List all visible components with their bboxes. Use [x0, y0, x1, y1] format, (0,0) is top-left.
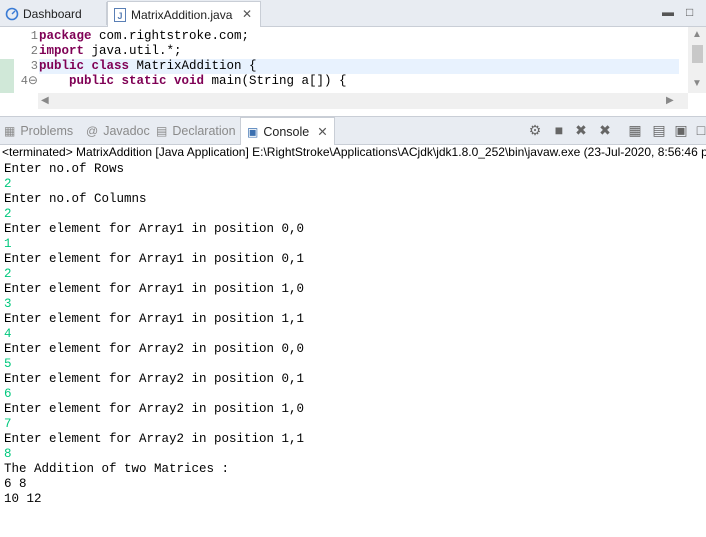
declaration-icon: ▤	[156, 123, 168, 138]
console-output-line: Enter element for Array2 in position 0,0	[4, 342, 305, 356]
tab-declaration-label: Declaration	[172, 123, 236, 138]
clear-console-icon[interactable]: ▦	[626, 121, 644, 139]
console-output-line: Enter element for Array1 in position 1,1	[4, 312, 305, 326]
tab-dashboard-label: Dashboard	[23, 6, 82, 21]
console-output[interactable]: Enter no.of Rows 2 Enter no.of Columns 2 Ent…	[4, 162, 704, 507]
word-wrap-icon[interactable]: ▣	[672, 121, 690, 139]
svg-text:J: J	[118, 11, 123, 21]
horizontal-scrollbar[interactable]: ◀ ▶	[38, 93, 688, 109]
tab-dashboard[interactable]: Dashboard	[0, 2, 107, 25]
code-lines: package com.rightstroke.com; import java…	[39, 29, 679, 89]
scroll-right-icon[interactable]: ▶	[666, 95, 674, 106]
line-number: 1	[30, 29, 38, 43]
tab-problems[interactable]: ▦ Problems	[4, 117, 73, 144]
console-output-line: The Addition of two Matrices :	[4, 462, 230, 476]
tab-problems-label: Problems	[20, 123, 74, 138]
console-input-line: 1	[4, 237, 12, 251]
terminate-icon[interactable]: ■	[550, 121, 568, 139]
remove-all-terminated-icon[interactable]: ✖	[596, 121, 614, 139]
tab-console[interactable]: ▣ Console ✕	[240, 117, 335, 145]
console-output-line: Enter element for Array1 in position 0,0	[4, 222, 305, 236]
code-line: public static void main(String a[]) {	[39, 74, 347, 88]
remove-launch-icon[interactable]: ✖	[572, 121, 590, 139]
console-output-line: Enter element for Array1 in position 0,1	[4, 252, 305, 266]
console-input-line: 7	[4, 417, 12, 431]
tab-declaration[interactable]: ▤ Declaration	[156, 117, 236, 144]
console-input-line: 4	[4, 327, 12, 341]
display-console-icon[interactable]: □	[692, 121, 706, 139]
vertical-scrollbar[interactable]: ▲ ▼	[688, 27, 706, 93]
console-output-line: Enter element for Array2 in position 1,1	[4, 432, 305, 446]
console-input-line: 2	[4, 267, 12, 281]
console-icon: ▣	[247, 124, 259, 139]
line-number: 4⊖	[20, 74, 38, 88]
code-line: import java.util.*;	[39, 44, 182, 58]
close-icon[interactable]: ✕	[317, 124, 327, 139]
problems-icon: ▦	[4, 123, 16, 138]
console-output-line: 6 8	[4, 477, 27, 491]
javadoc-icon: @	[86, 123, 99, 138]
console-input-line: 2	[4, 177, 12, 191]
console-output-line: Enter no.of Columns	[4, 192, 147, 206]
scroll-lock-icon[interactable]: ▤	[650, 121, 668, 139]
console-output-line: Enter element for Array2 in position 1,0	[4, 402, 305, 416]
maximize-icon[interactable]: □	[686, 5, 693, 19]
tab-matrix-addition-label: MatrixAddition.java	[131, 7, 233, 22]
console-output-line: Enter element for Array2 in position 0,1	[4, 372, 305, 386]
java-file-icon: J	[113, 7, 127, 22]
tab-console-label: Console	[263, 124, 310, 139]
tab-matrix-addition-java[interactable]: J MatrixAddition.java ✕	[107, 1, 261, 27]
console-output-line: Enter no.of Rows	[4, 162, 125, 176]
dashboard-icon	[5, 7, 19, 21]
scroll-down-icon[interactable]: ▼	[692, 78, 702, 89]
scroll-up-icon[interactable]: ▲	[692, 29, 702, 40]
console-status-header: <terminated> MatrixAddition [Java Applic…	[2, 145, 706, 159]
code-line: package com.rightstroke.com;	[39, 29, 250, 43]
line-numbers: 1 2 3 4⊖	[14, 29, 38, 89]
tab-javadoc-label: Javadoc	[103, 123, 150, 138]
pin-console-icon[interactable]: ⚙	[526, 121, 544, 139]
editor-ruler	[0, 27, 14, 93]
code-line-current: public class MatrixAddition {	[39, 59, 679, 74]
scroll-thumb[interactable]	[692, 45, 703, 63]
console-input-line: 2	[4, 207, 12, 221]
line-number: 3	[30, 59, 38, 73]
line-number: 2	[30, 44, 38, 58]
scroll-left-icon[interactable]: ◀	[41, 95, 49, 106]
change-marker	[0, 59, 14, 93]
tab-javadoc[interactable]: @ Javadoc	[86, 117, 150, 144]
console-output-line: 10 12	[4, 492, 42, 506]
code-editor[interactable]: 1 2 3 4⊖ package com.rightstroke.com; im…	[0, 27, 706, 111]
editor-tab-bar: Dashboard J MatrixAddition.java ✕ ▬ □	[0, 0, 706, 27]
console-input-line: 5	[4, 357, 12, 371]
console-input-line: 3	[4, 297, 12, 311]
minimize-icon[interactable]: ▬	[662, 5, 674, 19]
view-tab-bar: ▦ Problems @ Javadoc ▤ Declaration ▣ Con…	[0, 116, 706, 145]
console-output-line: Enter element for Array1 in position 1,0	[4, 282, 305, 296]
console-input-line: 8	[4, 447, 12, 461]
console-input-line: 6	[4, 387, 12, 401]
close-icon[interactable]: ✕	[242, 7, 252, 21]
